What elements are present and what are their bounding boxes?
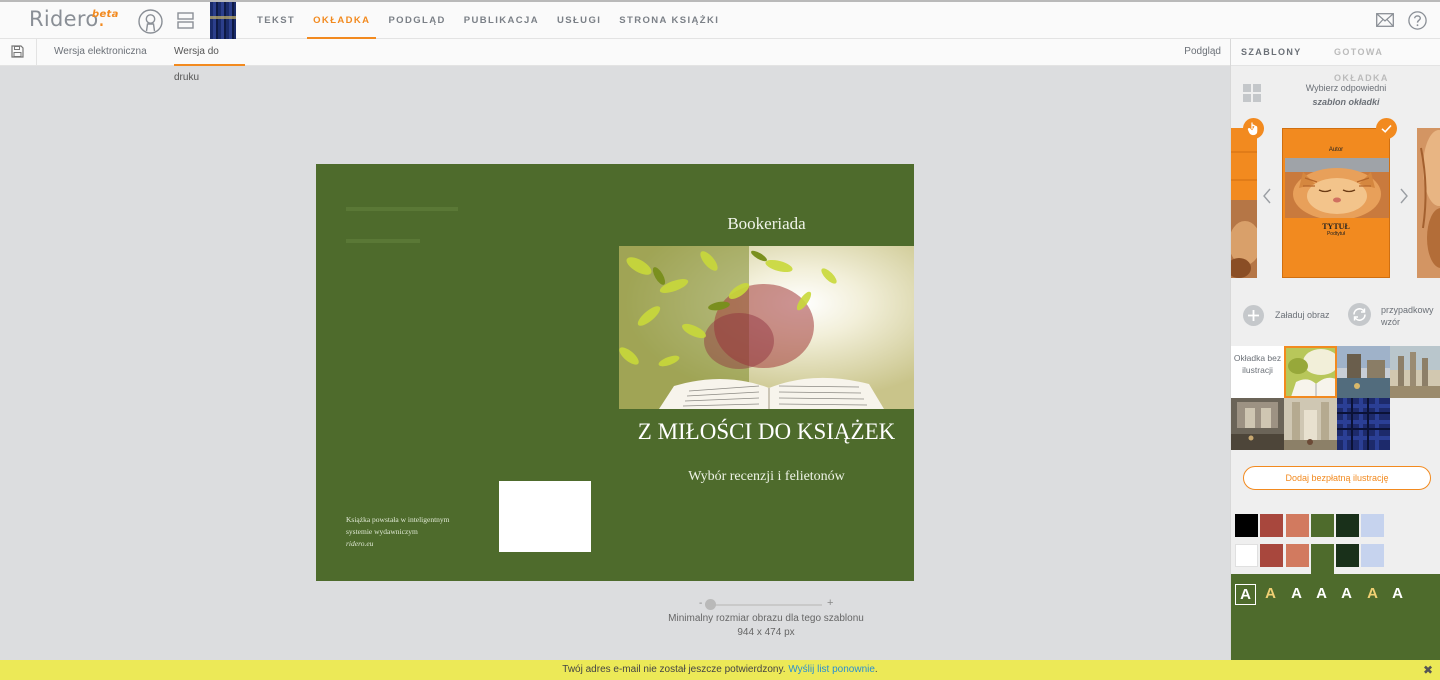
cover-subtitle[interactable]: Wybór recenzji i felietonów [619, 469, 914, 485]
user-profile-icon[interactable] [138, 9, 163, 34]
template-subtitle: Podtytuł [1326, 231, 1346, 237]
illustration-thumb-open-book[interactable] [1284, 346, 1337, 398]
beta-badge: beta [92, 9, 119, 20]
current-book-thumbnail[interactable] [210, 2, 236, 39]
preview-link[interactable]: Podgląd [1184, 39, 1221, 65]
back-text-line: Książka powstała w inteligentnym [346, 515, 450, 524]
cover-canvas[interactable]: Książka powstała w inteligentnym systemi… [316, 164, 914, 581]
text-bg-color-swatch[interactable] [1260, 544, 1283, 567]
notice-end: . [874, 664, 878, 675]
illustration-thumb-painting-river[interactable] [1337, 346, 1390, 398]
close-notice-icon[interactable]: ✖ [1423, 660, 1433, 680]
cover-publisher[interactable]: Bookeriada [619, 214, 914, 234]
illustration-thumb-ruins[interactable] [1390, 346, 1440, 398]
back-text-url: ridero.eu [346, 539, 374, 548]
nav-podglad[interactable]: Podgląd [379, 2, 454, 39]
carousel-next-arrow[interactable] [1399, 188, 1409, 204]
choose-hint-line: Wybierz odpowiedni [1305, 83, 1387, 93]
email-unconfirmed-notice: Twój adres e-mail nie został jeszcze pot… [0, 660, 1440, 680]
tab-templates[interactable]: Szablony [1241, 39, 1302, 65]
zoom-out-button[interactable]: - [699, 598, 702, 609]
add-free-illustration-button[interactable]: Dodaj bezpłatną ilustrację [1243, 466, 1431, 490]
random-pattern-button[interactable]: przypadkowy wzór [1348, 303, 1434, 327]
plus-icon [1243, 305, 1264, 326]
nav-uslugi[interactable]: Usługi [548, 2, 610, 39]
zoom-slider-track[interactable] [709, 604, 822, 606]
templates-panel: Szablony Gotowa okładka Wybierz odpowied… [1230, 39, 1440, 660]
font-option[interactable]: A [1336, 584, 1357, 605]
bg-color-swatch[interactable] [1311, 514, 1334, 537]
font-option[interactable]: A [1387, 584, 1408, 605]
logo-text: Ridero [29, 7, 99, 31]
font-option[interactable]: A [1260, 584, 1281, 605]
notice-text: Twój adres e-mail nie został jeszcze pot… [562, 664, 786, 675]
template-title: TYTUŁ [1322, 222, 1350, 231]
template-author: Autor [1328, 147, 1344, 153]
text-bg-color-swatch[interactable] [1235, 544, 1258, 567]
no-illustration-option[interactable]: Okładka bez ilustracji [1231, 346, 1284, 398]
mail-icon[interactable] [1376, 13, 1394, 27]
nav-strona-ksiazki[interactable]: Strona książki [610, 2, 728, 39]
upload-image-button[interactable]: Załaduj obraz [1243, 305, 1330, 326]
text-bg-color-swatch[interactable] [1336, 544, 1359, 567]
tab-print-version[interactable]: Wersja do druku [174, 39, 245, 83]
bg-color-swatch[interactable] [1361, 514, 1384, 537]
illustration-thumbnails: Okładka bez ilustracji [1231, 346, 1440, 451]
subbar-divider [36, 39, 37, 66]
bg-color-swatch[interactable] [1260, 514, 1283, 537]
ridero-logo[interactable]: Ridero. beta [29, 7, 118, 31]
upload-image-label: Załaduj obraz [1275, 310, 1330, 320]
panel-tabs: Szablony Gotowa okładka [1231, 39, 1440, 83]
main-nav: Tekst Okładka Podgląd Publikacja Usługi … [248, 2, 728, 39]
my-books-icon[interactable] [177, 12, 194, 29]
back-text-line: systemie wydawniczym [346, 527, 418, 536]
resend-email-link[interactable]: Wyślij list ponownie [788, 664, 875, 675]
zoom-slider-handle[interactable] [705, 599, 716, 610]
illustration-thumb-interior-hall[interactable] [1231, 398, 1284, 450]
min-image-size-info: Minimalny rozmiar obrazu dla tego szablo… [616, 612, 916, 640]
min-size-value: 944 x 474 px [737, 627, 795, 638]
illustration-thumb-plaid[interactable] [1337, 398, 1390, 450]
text-bg-color-swatch[interactable] [1286, 544, 1309, 567]
template-grid-icon[interactable] [1243, 84, 1261, 102]
barcode-placeholder [499, 481, 591, 552]
font-option[interactable]: A [1362, 584, 1383, 605]
nav-okladka[interactable]: Okładka [304, 2, 379, 39]
cover-title[interactable]: Z MIŁOŚCI DO KSIĄŻEK [619, 420, 914, 444]
text-bg-color-swatch[interactable] [1361, 544, 1384, 567]
font-option[interactable]: A [1311, 584, 1332, 605]
bg-color-swatch[interactable] [1235, 514, 1258, 537]
template-card-next[interactable] [1417, 128, 1440, 278]
top-bar: Ridero. beta Tekst Okładka Podgląd Publi… [0, 0, 1440, 39]
min-size-label: Minimalny rozmiar obrazu dla tego szablo… [668, 613, 864, 624]
nav-publikacja[interactable]: Publikacja [455, 2, 548, 39]
carousel-prev-arrow[interactable] [1262, 188, 1272, 204]
bg-color-swatch[interactable] [1286, 514, 1309, 537]
back-cover-text[interactable]: Książka powstała w inteligentnym systemi… [346, 514, 486, 550]
template-card-selected[interactable]: Autor TYTUŁ Podtytuł [1282, 128, 1390, 278]
bg-color-swatch[interactable] [1336, 514, 1359, 537]
tab-electronic-version[interactable]: Wersja elektroniczna [54, 39, 147, 66]
hand-pointer-icon [1243, 118, 1264, 139]
refresh-icon [1348, 303, 1371, 326]
help-icon[interactable] [1408, 11, 1427, 30]
random-pattern-label: przypadkowy wzór [1381, 305, 1434, 327]
nav-tekst[interactable]: Tekst [248, 2, 304, 39]
choose-template-hint: Wybierz odpowiedni szablon okładki [1281, 81, 1411, 109]
save-icon[interactable] [11, 45, 24, 58]
choose-hint-emphasis: szablon okładki [1312, 97, 1380, 107]
font-option-selected[interactable]: A [1235, 584, 1256, 605]
font-style-picker: A A A A A A A [1231, 574, 1440, 660]
cover-photo-open-book[interactable] [619, 246, 914, 409]
illustration-thumb-church-interior[interactable] [1284, 398, 1337, 450]
font-option[interactable]: A [1286, 584, 1307, 605]
selected-check-icon [1376, 118, 1397, 139]
cover-subbar: Wersja elektroniczna Wersja do druku Pod… [0, 39, 1230, 83]
back-cover-placeholder-line [346, 239, 420, 243]
template-cat-photo [1285, 158, 1389, 218]
zoom-in-button[interactable]: + [827, 597, 833, 609]
template-card-previous[interactable] [1231, 128, 1257, 278]
back-cover-placeholder-line [346, 207, 458, 211]
